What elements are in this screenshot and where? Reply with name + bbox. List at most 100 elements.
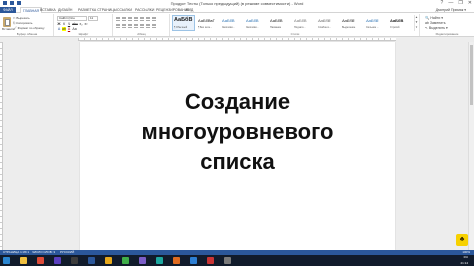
terminal-icon[interactable] (71, 257, 78, 264)
align-right-icon[interactable] (128, 24, 132, 28)
editing-group: 🔍 Найти ▾ ab Заменить ↖ Выделить ▾ Редак… (421, 14, 473, 36)
sort-icon[interactable] (146, 17, 150, 21)
style-name: Подзаго... (294, 26, 306, 29)
style-strong[interactable]: АаБбВ Строгий (388, 15, 411, 31)
style-subtle-emphasis[interactable]: АаБбВ Слабое в... (316, 15, 339, 31)
style-name: Строгий (390, 26, 400, 29)
style-subtitle[interactable]: АаБбВ Подзаго... (292, 15, 315, 31)
files-icon[interactable] (105, 257, 112, 264)
style-sample: АаБбВ (390, 18, 404, 23)
ribbon: Вставить ✂ Вырезать ⎘ Копировать 🖌 Форма… (0, 13, 474, 37)
line-spacing-icon[interactable] (140, 24, 144, 28)
window-controls: ? — ❐ ✕ (441, 0, 472, 7)
clipboard-group: Вставить ✂ Вырезать ⎘ Копировать 🖌 Форма… (1, 14, 54, 36)
superscript-button[interactable]: x² (84, 22, 88, 26)
style-name: ¶ Без инте... (198, 26, 213, 29)
highlight-button[interactable]: ab (62, 27, 66, 31)
maximize-button[interactable]: ❐ (458, 0, 462, 7)
style-sample: АаБбВ (246, 18, 259, 23)
styles-group: АаБбВ ¶ Обычный АаБбВвГ ¶ Без инте... Аа… (171, 14, 420, 36)
multilevel-list-icon[interactable] (128, 17, 132, 21)
system-tray[interactable]: RU 21:14 (460, 255, 468, 266)
increase-indent-icon[interactable] (140, 17, 144, 21)
style-sample: АаБбВ (342, 18, 355, 23)
select-button[interactable]: ↖ Выделить ▾ (425, 26, 448, 30)
close-button[interactable]: ✕ (468, 0, 472, 7)
horizontal-ruler[interactable] (78, 38, 396, 41)
style-heading-2[interactable]: АаБбВ Заголово... (244, 15, 267, 31)
strikethrough-button[interactable]: abc (72, 22, 78, 26)
style-sample: АаБбВ (222, 18, 235, 23)
club-badge-icon[interactable]: ♣ (456, 234, 468, 246)
style-title[interactable]: АаБбВ Название (268, 15, 291, 31)
clock[interactable]: 21:14 (460, 261, 468, 266)
vertical-scrollbar[interactable] (468, 42, 474, 250)
window-title: Продукт Тесты (Только предыдущий) (в реж… (170, 1, 304, 6)
decrease-indent-icon[interactable] (134, 17, 138, 21)
subscript-button[interactable]: x₂ (79, 22, 83, 26)
shading-icon[interactable] (146, 24, 150, 28)
find-button[interactable]: 🔍 Найти ▾ (425, 16, 448, 20)
bold-button[interactable]: Ж (57, 22, 61, 26)
align-center-icon[interactable] (122, 24, 126, 28)
chrome-icon[interactable] (37, 257, 44, 264)
font-name-select[interactable]: Calibri (Осн (57, 16, 87, 21)
style-no-spacing[interactable]: АаБбВвГ ¶ Без инте... (196, 15, 219, 31)
style-name: Заголово... (222, 26, 235, 29)
help-button[interactable]: ? (441, 0, 444, 7)
paste-button[interactable] (3, 16, 11, 27)
style-sample: АаБбВ (366, 18, 379, 23)
clipboard-group-label: Буфер обмена (16, 32, 38, 36)
minimize-button[interactable]: — (448, 0, 453, 7)
italic-button[interactable]: К (62, 22, 66, 26)
word-icon[interactable] (88, 257, 95, 264)
font-size-select[interactable]: 11 (88, 16, 98, 21)
app-green-icon[interactable] (122, 257, 129, 264)
app-gray-icon[interactable] (224, 257, 231, 264)
style-sample: АаБбВ (318, 18, 331, 23)
cut-button[interactable]: ✂ Вырезать (13, 16, 45, 20)
align-left-icon[interactable] (116, 24, 120, 28)
heading-line: Создание (184, 89, 291, 114)
explorer-icon[interactable] (20, 257, 27, 264)
styles-scroll-icon[interactable]: ▲ ▼ ▾ (414, 15, 418, 31)
bullets-icon[interactable] (116, 17, 120, 21)
copy-button[interactable]: ⎘ Копировать (13, 21, 45, 25)
underline-button[interactable]: Ч (67, 22, 71, 26)
font-color-button[interactable]: A (67, 27, 71, 31)
media-icon[interactable] (54, 257, 61, 264)
document-page[interactable]: Создание многоуровневого списка (80, 42, 395, 250)
font-group-label: Шрифт (78, 32, 89, 36)
style-sample: АаБбВ (270, 18, 283, 23)
style-heading-1[interactable]: АаБбВ Заголово... (220, 15, 243, 31)
text-effects-button[interactable]: A (57, 27, 61, 31)
format-painter-button[interactable]: 🖌 Формат по образцу (13, 26, 45, 30)
numbering-icon[interactable] (122, 17, 126, 21)
style-name: ¶ Обычный (174, 26, 188, 29)
app-blue-icon[interactable] (190, 257, 197, 264)
app-purple-icon[interactable] (139, 257, 146, 264)
style-sample: АаБбВ (294, 18, 307, 23)
scrollbar-thumb[interactable] (470, 45, 473, 105)
app-teal-icon[interactable] (156, 257, 163, 264)
justify-icon[interactable] (134, 24, 138, 28)
paragraph-group-label: Абзац (137, 32, 146, 36)
show-marks-icon[interactable] (152, 17, 156, 21)
style-normal[interactable]: АаБбВ ¶ Обычный (172, 15, 195, 31)
style-intense-emphasis[interactable]: АаБбВ Сильное ... (364, 15, 387, 31)
style-name: Заголово... (246, 26, 259, 29)
app-orange-icon[interactable] (173, 257, 180, 264)
editing-group-label: Редактирование (435, 32, 459, 36)
style-name: Название (270, 26, 282, 29)
replace-button[interactable]: ab Заменить (425, 21, 448, 25)
vertical-ruler[interactable] (0, 42, 3, 250)
borders-icon[interactable] (152, 24, 156, 28)
change-case-button[interactable]: Aa (72, 27, 77, 31)
start-icon[interactable] (3, 257, 10, 264)
clipboard-items: ✂ Вырезать ⎘ Копировать 🖌 Формат по обра… (13, 16, 45, 30)
document-heading[interactable]: Создание многоуровневого списка (80, 87, 395, 177)
app-red-icon[interactable] (207, 257, 214, 264)
heading-line: списка (200, 149, 275, 174)
style-emphasis[interactable]: АаБбВ Выделение (340, 15, 363, 31)
style-sample: АаБбВ (174, 17, 193, 23)
